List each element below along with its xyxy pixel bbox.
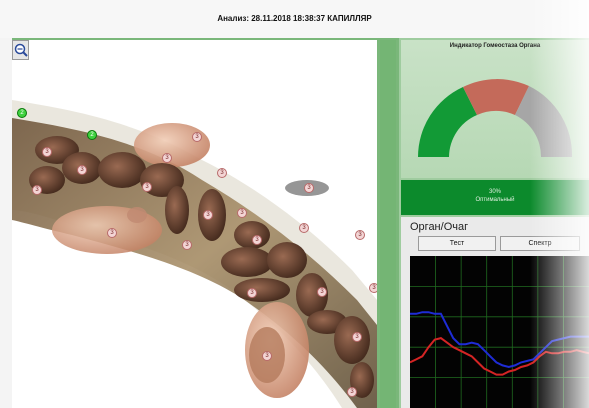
point-marker[interactable]: 3: [355, 230, 365, 240]
active-point-marker[interactable]: 2: [17, 108, 27, 118]
point-marker[interactable]: 3: [237, 208, 247, 218]
point-marker[interactable]: 3: [317, 287, 327, 297]
point-marker[interactable]: 3: [352, 332, 362, 342]
organ-chart-svg: [410, 256, 589, 408]
magnifier-zoom-out-icon: [14, 43, 28, 57]
homeostasis-status: Оптимальный: [475, 197, 515, 203]
point-marker[interactable]: 3: [203, 210, 213, 220]
organ-title: Орган/Очаг: [410, 221, 469, 233]
point-marker[interactable]: 3: [77, 165, 87, 175]
point-marker[interactable]: 3: [32, 185, 42, 195]
point-marker[interactable]: 3: [369, 283, 377, 293]
point-marker[interactable]: 3: [299, 223, 309, 233]
point-marker[interactable]: 3: [217, 168, 227, 178]
point-marker[interactable]: 3: [42, 147, 52, 157]
point-marker[interactable]: 3: [304, 183, 314, 193]
viewer-scrollbar[interactable]: [380, 40, 396, 408]
organ-chart: [410, 256, 589, 408]
capillary-image: [12, 100, 377, 408]
point-marker[interactable]: 3: [192, 132, 202, 142]
gauge-good-segment: [418, 87, 477, 157]
point-marker[interactable]: 3: [262, 351, 272, 361]
zoom-out-button[interactable]: [12, 40, 29, 60]
point-marker[interactable]: 3: [347, 387, 357, 397]
capillary-3d-viewer[interactable]: 2 2 3 3 3 3 3 3 3 3 3 3 3 3 3 3 3 3 3 3 3 3 3: [12, 40, 377, 408]
point-marker[interactable]: 3: [252, 235, 262, 245]
active-point-marker[interactable]: 2: [87, 130, 97, 140]
homeostasis-gauge: [418, 79, 573, 157]
spectrum-button[interactable]: Спектр: [500, 236, 580, 251]
chart-series-line-2: [410, 337, 589, 376]
homeostasis-title: Индикатор Гомеостаза Органа: [449, 43, 541, 49]
analysis-title: Анализ: 28.11.2018 18:38:37 КАПИЛЛЯР: [217, 14, 372, 23]
test-button[interactable]: Тест: [418, 236, 496, 251]
homeostasis-percent: 30%: [488, 189, 501, 195]
point-marker[interactable]: 3: [182, 240, 192, 250]
point-marker[interactable]: 3: [247, 288, 257, 298]
point-marker[interactable]: 3: [107, 228, 117, 238]
point-marker[interactable]: 3: [142, 182, 152, 192]
point-marker[interactable]: 3: [162, 153, 172, 163]
title-bar: Анализ: 28.11.2018 18:38:37 КАПИЛЛЯР: [0, 0, 589, 38]
